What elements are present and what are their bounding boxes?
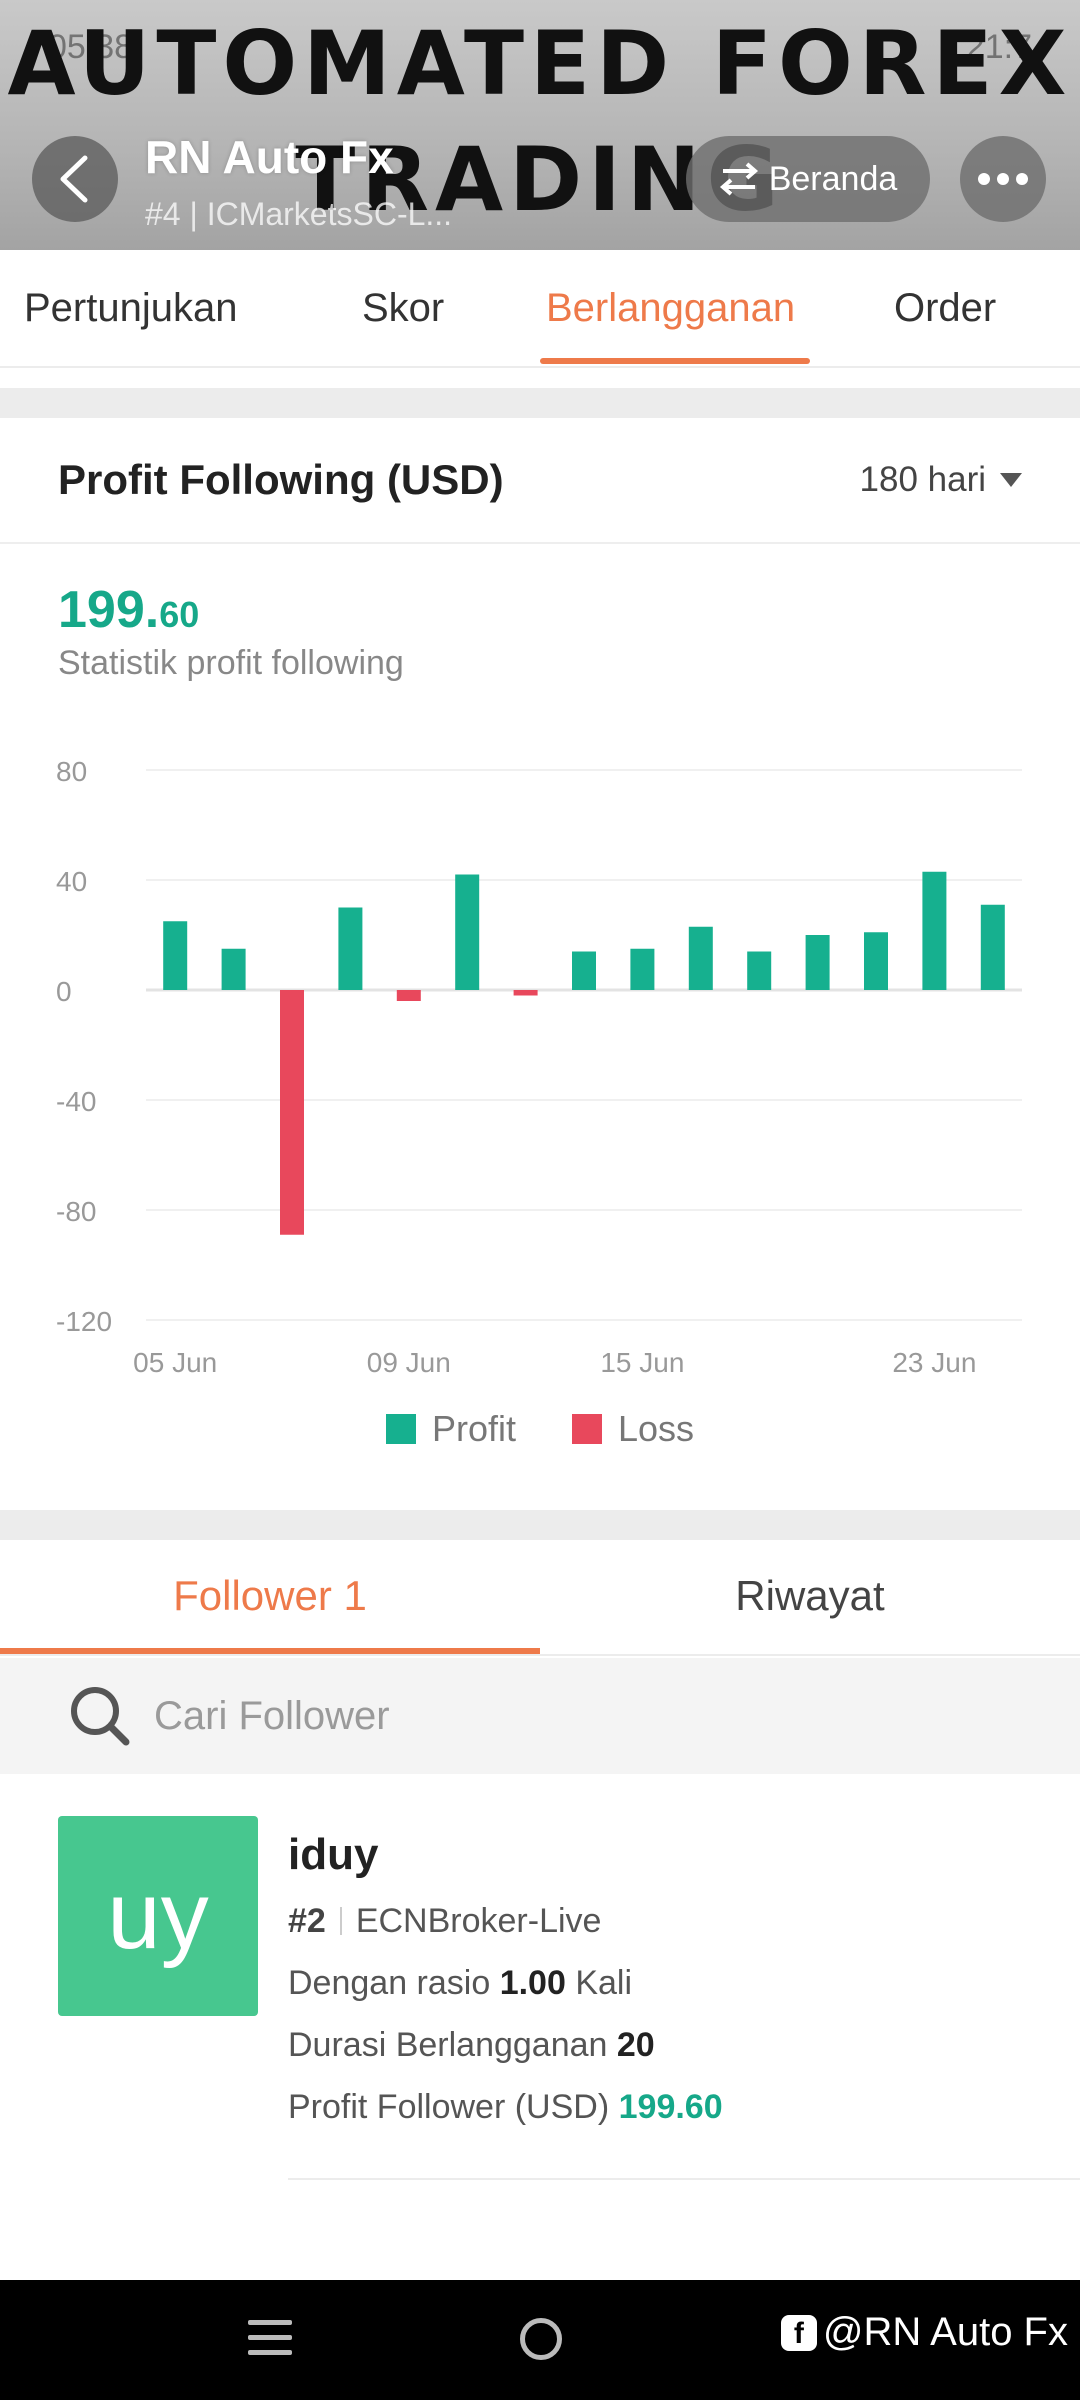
watermark: f @RN Auto Fx: [780, 2310, 1068, 2355]
bar-profit: [338, 907, 363, 990]
more-dots-icon: [978, 173, 990, 185]
search-input[interactable]: [154, 1693, 954, 1739]
follower-ratio: Dengan rasio 1.00 Kali: [288, 1964, 632, 2003]
header-banner: 05.38 21:7 AUTOMATED FOREX TRADING RN Au…: [0, 0, 1080, 250]
bar-loss: [513, 990, 538, 996]
y-tick-label: -40: [56, 1086, 96, 1117]
facebook-icon: f: [780, 2314, 817, 2351]
tab-riwayat[interactable]: Riwayat: [540, 1572, 1080, 1620]
duration-value: 20: [616, 2026, 655, 2064]
follower-duration: Durasi Berlangganan 20: [288, 2026, 655, 2065]
profit-stat-label: Statistik profit following: [58, 644, 404, 682]
bar-profit: [688, 926, 713, 990]
account-subtitle: #4 | ICMarketsSC-L...: [145, 196, 453, 232]
x-tick-label: 15 Jun: [600, 1347, 684, 1378]
more-options-button[interactable]: [960, 136, 1046, 222]
item-divider: [288, 2178, 1080, 2180]
beranda-button[interactable]: Beranda: [686, 136, 930, 222]
total-profit-value: 199.60: [58, 580, 199, 640]
menu-line: [248, 2320, 292, 2325]
active-follower-tab-indicator: [0, 1648, 540, 1654]
period-label: 180 hari: [859, 460, 986, 499]
follower-account: #2 ECNBroker-Live: [288, 1902, 601, 1941]
section-divider: [0, 388, 1080, 418]
follower-profit-label: Profit Follower (USD): [288, 2088, 610, 2126]
period-selector[interactable]: 180 hari: [860, 460, 1022, 500]
ratio-prefix: Dengan rasio: [288, 1964, 491, 2002]
legend-swatch-loss: [571, 1414, 602, 1444]
y-tick-label: -120: [56, 1306, 112, 1337]
separator: [339, 1907, 342, 1935]
bar-profit: [747, 951, 772, 990]
system-nav-bar: f @RN Auto Fx: [0, 2280, 1080, 2400]
follower-broker: ECNBroker-Live: [355, 1902, 602, 1940]
section-divider: [0, 1510, 1080, 1540]
menu-line: [248, 2350, 292, 2355]
y-tick-label: -80: [56, 1196, 96, 1227]
bar-profit: [630, 948, 655, 990]
follower-tabs: Follower 1 Riwayat: [0, 1540, 1080, 1656]
tab-skor[interactable]: Skor: [362, 286, 444, 331]
bar-profit: [922, 871, 947, 990]
legend-swatch-profit: [385, 1414, 416, 1444]
legend-label-profit: Profit: [431, 1408, 516, 1449]
x-tick-label: 23 Jun: [892, 1347, 976, 1378]
bar-profit: [455, 874, 480, 990]
tab-follower[interactable]: Follower 1: [0, 1572, 540, 1620]
tab-order[interactable]: Order: [894, 286, 996, 331]
follower-list-item[interactable]: uy iduy #2 ECNBroker-Live Dengan rasio 1.…: [0, 1774, 1080, 2180]
ratio-suffix: Kali: [575, 1964, 633, 2002]
more-dot: [997, 173, 1009, 185]
watermark-text: @RN Auto Fx: [822, 2310, 1068, 2354]
chevron-left-icon: [60, 155, 88, 203]
beranda-label: Beranda: [768, 159, 898, 198]
more-dot: [1016, 173, 1028, 185]
caret-down-icon: [1000, 473, 1022, 487]
search-bar: [0, 1658, 1080, 1774]
y-tick-label: 0: [56, 976, 72, 1007]
app-title: RN Auto Fx: [145, 131, 394, 183]
bar-profit: [980, 904, 1005, 990]
y-tick-label: 40: [56, 866, 87, 897]
bar-loss: [396, 990, 421, 1001]
legend-item-profit: Profit: [385, 1408, 516, 1450]
duration-label: Durasi Berlangganan: [288, 2026, 608, 2064]
profit-bar-chart: 80 40 0 -40 -80 -120 05 Jun 09 Jun 15 Jun 23 Jun: [56, 756, 1022, 1378]
chart-legend: Profit Loss: [0, 1408, 1080, 1450]
bar-profit: [221, 948, 246, 990]
back-button[interactable]: [32, 136, 118, 222]
x-tick-label: 05 Jun: [133, 1347, 217, 1378]
card-divider: [0, 542, 1080, 544]
bar-profit: [163, 921, 188, 990]
x-tick-label: 09 Jun: [367, 1347, 451, 1378]
profit-integer: 199.: [58, 581, 160, 639]
follower-profit-value: 199.60: [618, 2088, 723, 2126]
bar-loss: [280, 990, 304, 1235]
tab-pertunjukan[interactable]: Pertunjukan: [24, 286, 237, 331]
profit-decimal: 60: [159, 594, 200, 635]
recent-apps-button[interactable]: [248, 2320, 292, 2365]
card-title: Profit Following (USD): [58, 456, 504, 503]
y-tick-label: 80: [56, 756, 87, 787]
bar-profit: [805, 935, 830, 990]
main-tabs: Pertunjukan Skor Berlangganan Order: [0, 250, 1080, 368]
follower-rank: #2: [288, 1902, 326, 1940]
home-button[interactable]: [520, 2318, 562, 2360]
profit-following-card: Profit Following (USD) 180 hari 199.60 S…: [0, 418, 1080, 1510]
ratio-value: 1.00: [499, 1964, 566, 2002]
active-tab-indicator: [540, 358, 810, 364]
banner-text-line1: AUTOMATED FOREX: [7, 12, 1073, 115]
menu-line: [248, 2335, 292, 2340]
follower-profit: Profit Follower (USD) 199.60: [288, 2088, 723, 2127]
legend-label-loss: Loss: [617, 1408, 695, 1449]
follower-name: iduy: [288, 1830, 379, 1879]
swap-icon: [719, 162, 758, 196]
bar-profit: [864, 932, 888, 990]
bar-profit: [572, 951, 596, 990]
search-icon: [71, 1687, 130, 1746]
legend-item-loss: Loss: [571, 1408, 695, 1450]
avatar: uy: [58, 1816, 258, 2016]
tab-berlangganan[interactable]: Berlangganan: [546, 286, 795, 331]
